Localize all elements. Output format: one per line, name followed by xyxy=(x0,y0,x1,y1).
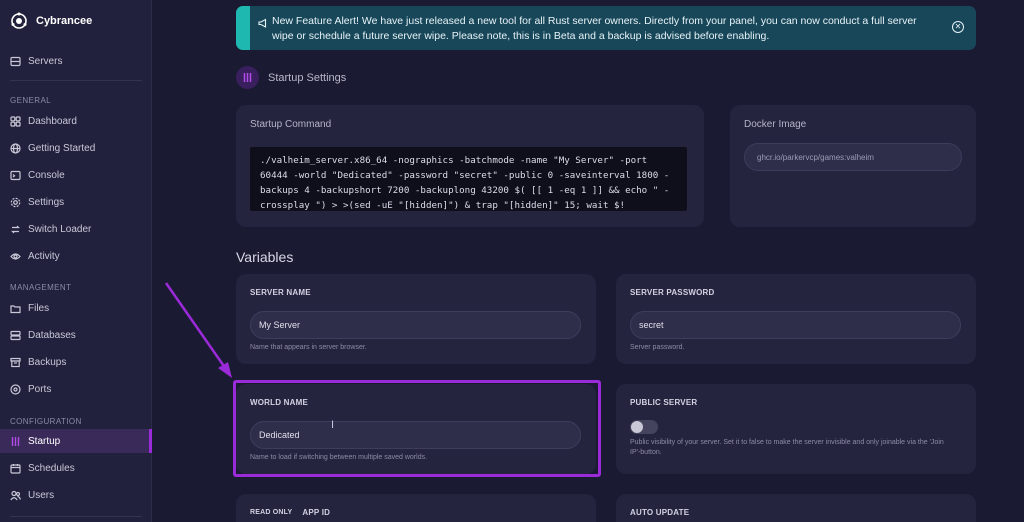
sidebar-section-general: GENERAL xyxy=(10,96,52,105)
server-password-label: SERVER PASSWORD xyxy=(630,288,715,297)
sidebar-item-label: Databases xyxy=(28,329,76,341)
public-server-toggle[interactable] xyxy=(630,420,658,434)
startup-command-card: Startup Command ./valheim_server.x86_64 … xyxy=(236,105,704,227)
highlight-box xyxy=(233,380,601,477)
server-name-label: SERVER NAME xyxy=(250,288,311,297)
docker-image-select[interactable]: ghcr.io/parkervcp/games:valheim xyxy=(744,143,962,171)
brand-logo-icon xyxy=(11,12,27,29)
auto-update-card: AUTO UPDATE xyxy=(616,494,976,522)
public-server-label: PUBLIC SERVER xyxy=(630,398,698,407)
startup-command-text[interactable]: ./valheim_server.x86_64 -nographics -bat… xyxy=(250,147,687,211)
server-password-help: Server password. xyxy=(630,344,685,351)
sidebar-item-switch-loader[interactable]: Switch Loader xyxy=(0,217,152,241)
sidebar-item-label: Startup xyxy=(28,435,61,447)
globe-icon xyxy=(10,142,21,154)
sidebar-item-label: Dashboard xyxy=(28,115,77,127)
page-title: Startup Settings xyxy=(268,71,347,84)
app-id-card: READ ONLY APP ID xyxy=(236,494,596,522)
sidebar-item-databases[interactable]: Databases xyxy=(0,323,152,347)
server-name-card: SERVER NAME My Server Name that appears … xyxy=(236,274,596,364)
sidebar-item-label: Users xyxy=(28,489,55,501)
sidebar-item-schedules[interactable]: Schedules xyxy=(0,456,152,480)
sidebar-item-dashboard[interactable]: Dashboard xyxy=(0,109,152,133)
public-server-help: Public visibility of your server. Set it… xyxy=(630,439,944,456)
app-id-header: READ ONLY APP ID xyxy=(250,508,330,517)
sidebar: Cybrancee Servers GENERAL Dashboard Gett… xyxy=(0,0,152,522)
brand-name: Cybrancee xyxy=(36,15,93,27)
public-server-card: PUBLIC SERVER Public visibility of your … xyxy=(616,384,976,474)
sliders-icon xyxy=(236,66,259,89)
sidebar-item-label: Schedules xyxy=(28,462,75,474)
sidebar-item-getting-started[interactable]: Getting Started xyxy=(0,136,152,160)
sidebar-item-label: Ports xyxy=(28,383,52,395)
sidebar-divider xyxy=(10,80,142,81)
sidebar-item-label: Activity xyxy=(28,250,60,262)
auto-update-label: AUTO UPDATE xyxy=(630,508,690,517)
archive-icon xyxy=(10,357,21,368)
toggle-knob xyxy=(631,421,643,433)
sidebar-item-label: Getting Started xyxy=(28,142,96,154)
sidebar-item-label: Switch Loader xyxy=(28,223,92,235)
alert-accent-bar xyxy=(236,6,250,50)
app-id-label: APP ID xyxy=(302,508,331,517)
text-cursor-icon: I xyxy=(331,419,335,431)
sidebar-item-backups[interactable]: Backups xyxy=(0,350,152,374)
calendar-icon xyxy=(10,463,21,474)
database-icon xyxy=(10,330,21,341)
feature-alert: New Feature Alert! We have just released… xyxy=(236,6,976,50)
server-name-input[interactable]: My Server xyxy=(250,311,581,339)
megaphone-icon xyxy=(258,18,268,30)
server-name-help: Name that appears in server browser. xyxy=(250,344,367,351)
server-password-card: SERVER PASSWORD secret Server password. xyxy=(616,274,976,364)
terminal-icon xyxy=(10,170,21,181)
sidebar-item-console[interactable]: Console xyxy=(0,163,152,187)
startup-command-title: Startup Command xyxy=(250,119,332,130)
server-icon xyxy=(10,56,21,67)
switch-icon xyxy=(10,224,21,235)
users-icon xyxy=(10,490,21,501)
gear-icon xyxy=(10,197,21,208)
folder-icon xyxy=(10,303,21,314)
read-only-badge: READ ONLY xyxy=(250,509,293,516)
sidebar-item-label: Files xyxy=(28,302,50,314)
sidebar-item-startup[interactable]: Startup xyxy=(0,429,152,453)
sidebar-section-configuration: CONFIGURATION xyxy=(10,417,82,426)
eye-icon xyxy=(10,251,21,262)
network-icon xyxy=(10,383,21,395)
sidebar-item-users[interactable]: Users xyxy=(0,483,152,507)
docker-image-title: Docker Image xyxy=(744,119,807,130)
sidebar-item-ports[interactable]: Ports xyxy=(0,377,152,401)
variables-title: Variables xyxy=(236,249,294,265)
alert-message: New Feature Alert! We have just released… xyxy=(272,15,917,42)
sidebar-section-management: MANAGEMENT xyxy=(10,283,72,292)
dashboard-icon xyxy=(10,115,21,127)
sidebar-divider xyxy=(10,516,142,517)
docker-image-card: Docker Image ghcr.io/parkervcp/games:val… xyxy=(730,105,976,227)
sidebar-item-label: Servers xyxy=(28,55,63,67)
sliders-icon xyxy=(10,436,21,447)
sidebar-item-label: Settings xyxy=(28,196,65,208)
alert-close-icon[interactable]: ✕ xyxy=(952,21,964,33)
server-password-input[interactable]: secret xyxy=(630,311,961,339)
brand[interactable]: Cybrancee xyxy=(10,12,92,30)
sidebar-item-label: Backups xyxy=(28,356,67,368)
sidebar-item-settings[interactable]: Settings xyxy=(0,190,152,214)
sidebar-item-activity[interactable]: Activity xyxy=(0,244,152,268)
sidebar-item-label: Console xyxy=(28,169,65,181)
sidebar-item-servers[interactable]: Servers xyxy=(0,49,152,73)
sidebar-item-files[interactable]: Files xyxy=(0,296,152,320)
startup-settings-header: Startup Settings xyxy=(236,66,346,89)
